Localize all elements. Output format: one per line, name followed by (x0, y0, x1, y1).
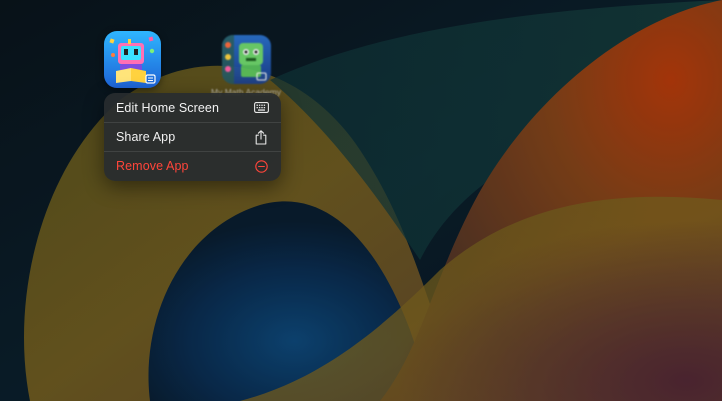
menu-item-remove-app[interactable]: Remove App (104, 151, 281, 180)
menu-item-label: Share App (116, 130, 176, 144)
keyboard-icon (253, 100, 269, 116)
menu-item-edit-home-screen[interactable]: Edit Home Screen (104, 93, 281, 122)
robot-reader-app-icon (104, 31, 161, 88)
app-my-math-academy[interactable]: My Math Academy (210, 35, 282, 97)
home-screen: My Math Academy Edit Home Screen Share A… (0, 0, 722, 401)
app-context-menu: Edit Home Screen Share App Remove App (104, 93, 281, 181)
minus-circle-icon (253, 158, 269, 174)
math-monster-app-icon (221, 35, 271, 84)
focused-app-icon[interactable] (104, 31, 161, 88)
menu-item-label: Remove App (116, 159, 189, 173)
share-icon (253, 129, 269, 145)
app-icon-container (221, 35, 271, 84)
menu-item-label: Edit Home Screen (116, 100, 220, 115)
menu-item-share-app[interactable]: Share App (104, 122, 281, 151)
